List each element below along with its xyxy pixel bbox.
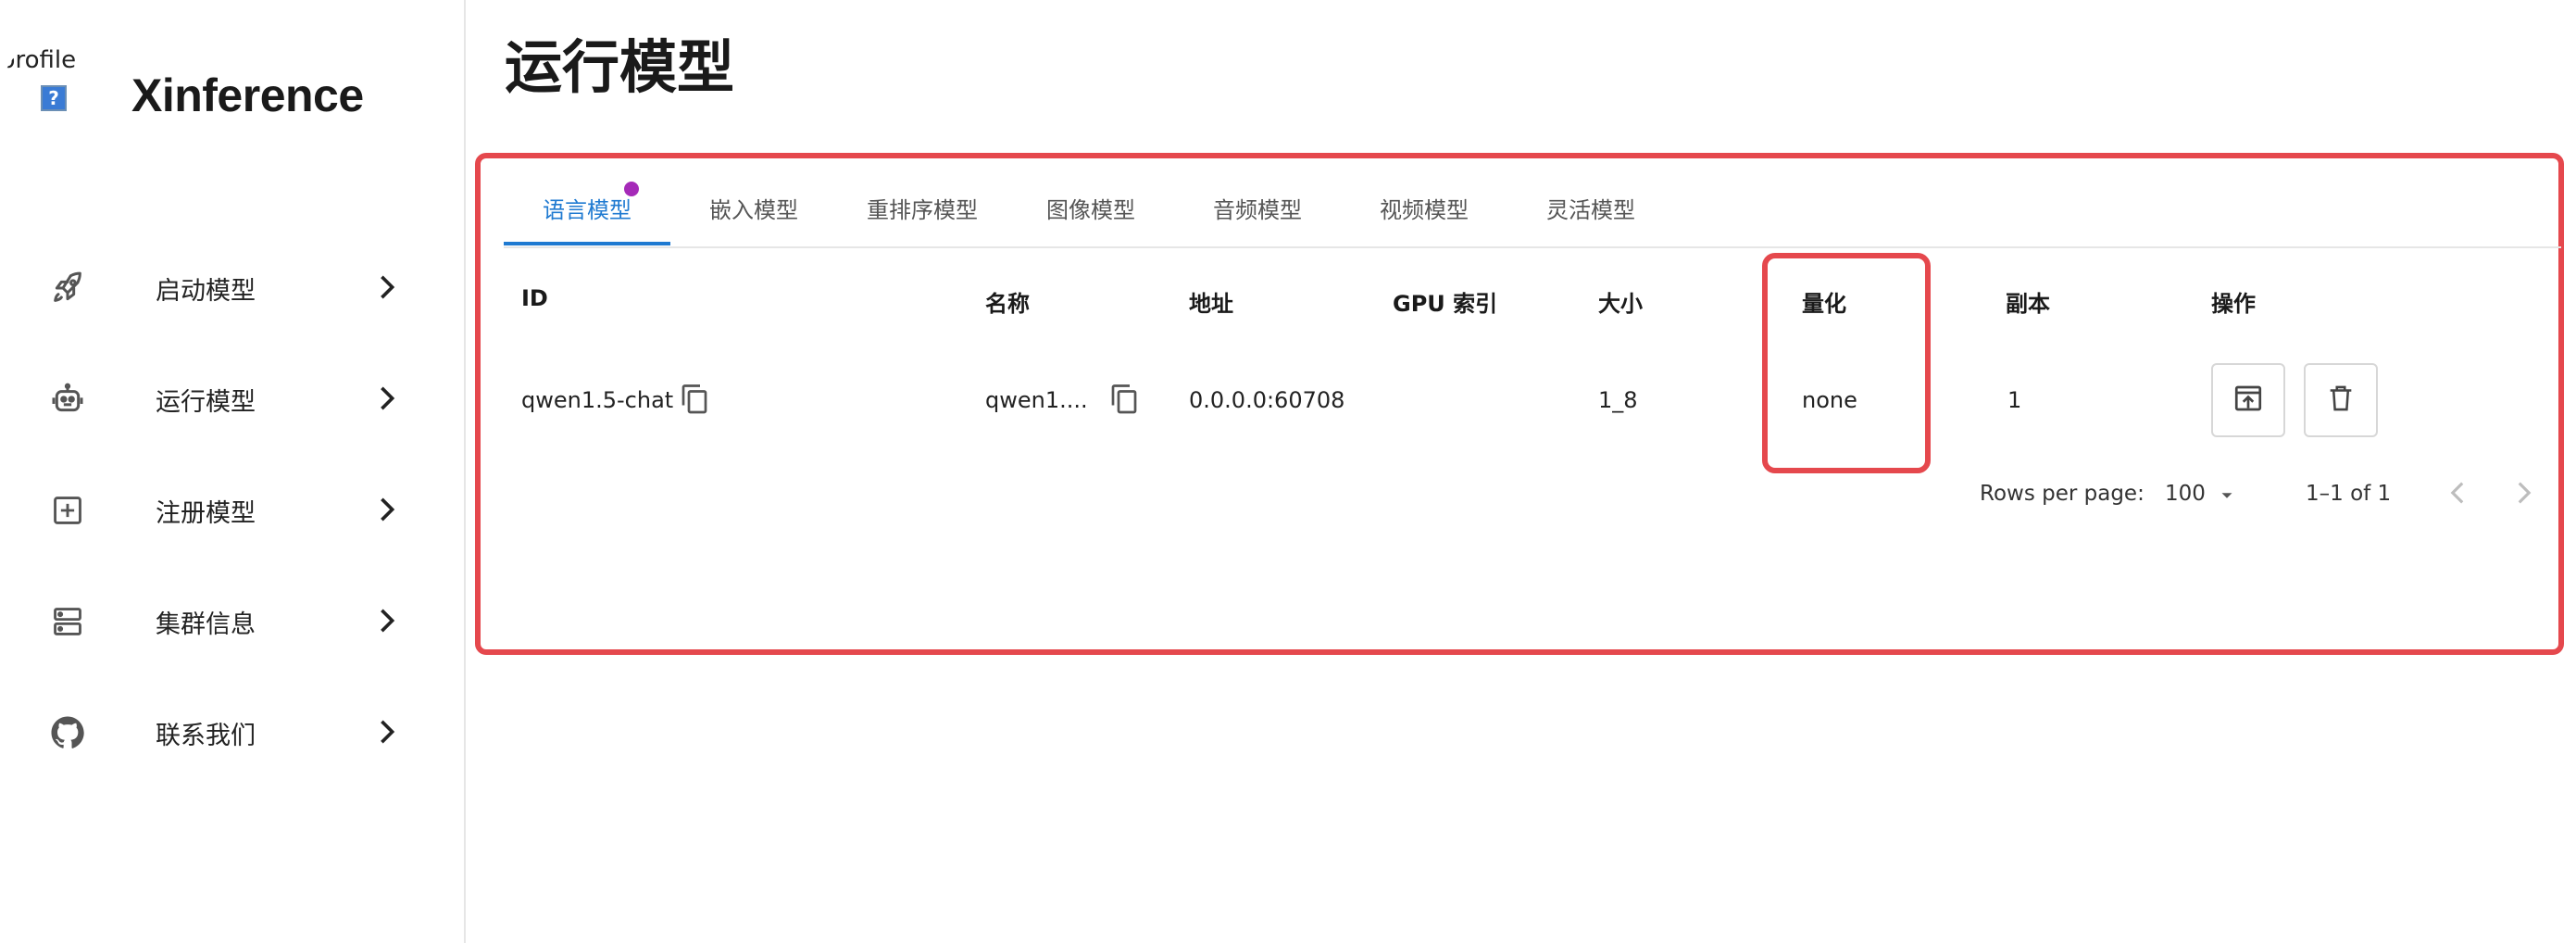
delete-model-button[interactable] <box>2304 363 2378 437</box>
sidebar-item-label: 联系我们 <box>156 722 256 750</box>
column-header-name: 名称 <box>985 291 1030 317</box>
sidebar-item-cluster-info[interactable]: 集群信息 <box>0 565 466 676</box>
chevron-right-icon <box>376 382 398 415</box>
broken-image-icon: ? <box>41 85 67 111</box>
column-header-gpu-index: GPU 索引 <box>1393 291 1498 317</box>
chevron-right-icon <box>376 715 398 748</box>
open-in-browser-icon <box>2232 382 2265 419</box>
tab-video-models[interactable]: 视频模型 <box>1341 167 1507 248</box>
active-tab-indicator <box>504 242 670 245</box>
sidebar-item-label: 集群信息 <box>156 610 256 639</box>
column-header-address: 地址 <box>1189 291 1233 317</box>
logo-image: profile ? <box>0 37 111 157</box>
model-type-tabs: 语言模型 嵌入模型 重排序模型 图像模型 音频模型 视频模型 灵活模型 <box>504 167 1674 248</box>
cell-name: qwen1.... <box>985 387 1088 413</box>
copy-id-button[interactable] <box>678 380 715 421</box>
sidebar-item-label: 运行模型 <box>156 388 256 417</box>
tab-label: 音频模型 <box>1213 196 1302 223</box>
chevron-right-icon <box>376 604 398 637</box>
chevron-right-icon <box>376 270 398 304</box>
quantization-column-highlight <box>1762 253 1931 473</box>
cell-replicas: 1 <box>2007 387 2022 413</box>
sidebar-item-running-models[interactable]: 运行模型 <box>0 343 466 454</box>
sidebar-item-label: 启动模型 <box>156 277 256 306</box>
column-header-id: ID <box>521 285 548 311</box>
tab-label: 语言模型 <box>543 196 631 223</box>
sidebar: profile ? Xinference 启动模型 运行模型 注册模型 集群信息… <box>0 0 466 943</box>
chevron-right-icon <box>2517 481 2532 509</box>
sidebar-item-contact-us[interactable]: 联系我们 <box>0 676 466 787</box>
tab-badge-dot <box>624 182 639 196</box>
trash-icon <box>2325 382 2357 419</box>
cell-id: qwen1.5-chat <box>521 387 674 413</box>
rows-per-page-label: Rows per page: <box>1980 482 2145 506</box>
logo-alt-text: profile <box>0 46 77 74</box>
tab-language-models[interactable]: 语言模型 <box>504 167 670 248</box>
tab-audio-models[interactable]: 音频模型 <box>1174 167 1341 248</box>
sidebar-item-register-model[interactable]: 注册模型 <box>0 454 466 565</box>
brand-name: Xinference <box>131 69 364 121</box>
chevron-left-icon <box>2450 481 2465 509</box>
cell-address: 0.0.0.0:60708 <box>1189 387 1345 413</box>
tab-embedding-models[interactable]: 嵌入模型 <box>670 167 837 248</box>
tab-label: 嵌入模型 <box>709 196 798 223</box>
robot-icon <box>48 380 87 419</box>
sidebar-nav: 启动模型 运行模型 注册模型 集群信息 联系我们 <box>0 232 466 787</box>
cell-size: 1_8 <box>1598 387 1638 413</box>
chevron-right-icon <box>376 493 398 526</box>
server-icon <box>48 602 87 641</box>
sidebar-item-label: 注册模型 <box>156 499 256 528</box>
next-page-button[interactable] <box>2507 478 2541 511</box>
add-box-icon <box>48 491 87 530</box>
column-header-actions: 操作 <box>2211 291 2256 317</box>
pagination-range: 1–1 of 1 <box>2306 482 2392 506</box>
tab-image-models[interactable]: 图像模型 <box>1007 167 1174 248</box>
tab-label: 图像模型 <box>1046 196 1135 223</box>
open-model-button[interactable] <box>2211 363 2285 437</box>
tab-label: 重排序模型 <box>867 196 978 223</box>
rows-per-page-select[interactable]: 100 <box>2163 476 2241 513</box>
tab-flexible-models[interactable]: 灵活模型 <box>1507 167 1674 248</box>
tabs-divider <box>504 246 2561 248</box>
tab-label: 灵活模型 <box>1546 196 1635 223</box>
caret-down-icon <box>2217 485 2237 509</box>
rocket-icon <box>48 269 87 308</box>
previous-page-button[interactable] <box>2441 478 2474 511</box>
rows-per-page-value: 100 <box>2165 482 2206 506</box>
tab-rerank-models[interactable]: 重排序模型 <box>837 167 1007 248</box>
column-header-size: 大小 <box>1598 291 1643 317</box>
sidebar-item-launch-model[interactable]: 启动模型 <box>0 232 466 343</box>
tab-label: 视频模型 <box>1380 196 1469 223</box>
page-title: 运行模型 <box>505 33 735 101</box>
copy-name-button[interactable] <box>1107 380 1144 421</box>
github-icon <box>48 713 87 752</box>
column-header-replicas: 副本 <box>2006 291 2050 317</box>
